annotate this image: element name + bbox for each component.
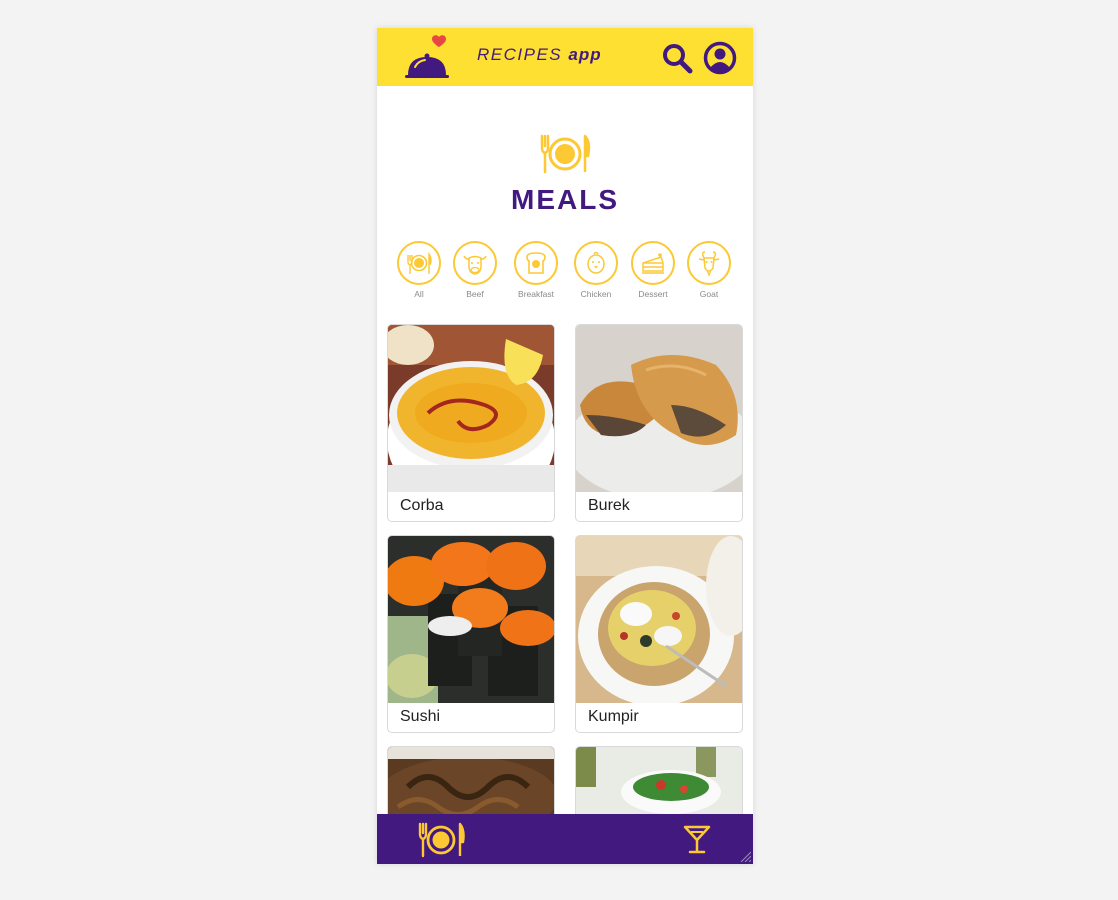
category-dessert[interactable]: Dessert (623, 240, 683, 304)
category-label: Dessert (638, 289, 668, 299)
category-chicken[interactable]: Chicken (566, 240, 626, 304)
app-screen: RECIPES app MEALS All Beef Breakfast Chi… (377, 28, 753, 864)
category-label: Breakfast (518, 289, 554, 299)
app-title-app: app (568, 45, 602, 64)
meal-image (388, 536, 554, 703)
meal-card[interactable]: Sushi (387, 535, 555, 733)
plate-cutlery-icon (540, 134, 591, 174)
category-all[interactable]: All (389, 240, 449, 304)
bottom-nav (377, 814, 753, 864)
meal-name: Corba (400, 497, 444, 514)
cloche-heart-icon (405, 35, 449, 78)
meal-image (576, 325, 742, 492)
category-label: Beef (466, 289, 484, 299)
profile-icon[interactable] (703, 41, 737, 75)
cake-icon (642, 253, 664, 274)
toast-icon (526, 252, 546, 274)
meal-name: Kumpir (588, 708, 639, 725)
meal-image (576, 536, 742, 703)
plate-icon (407, 251, 432, 274)
category-circle (514, 241, 558, 285)
category-label: Chicken (580, 289, 612, 299)
category-filter: All Beef Breakfast Chicken Dessert Goat (377, 240, 753, 304)
goat-icon (698, 251, 720, 277)
cocktail-icon[interactable] (683, 824, 711, 854)
resize-grip-icon[interactable] (739, 850, 751, 862)
app-title: RECIPES app (477, 45, 602, 65)
category-label: Goat (699, 289, 719, 299)
meal-card[interactable]: Kumpir (575, 535, 743, 733)
plate-cutlery-icon[interactable] (417, 822, 465, 858)
category-circle (687, 241, 731, 285)
meal-card[interactable]: Burek (575, 324, 743, 522)
meal-name: Sushi (400, 708, 441, 725)
category-circle (397, 241, 441, 285)
category-circle (453, 241, 497, 285)
cow-icon (463, 255, 487, 275)
category-breakfast[interactable]: Breakfast (506, 240, 566, 304)
category-circle (574, 241, 618, 285)
category-beef[interactable]: Beef (445, 240, 505, 304)
meal-image (388, 325, 554, 492)
category-circle (631, 241, 675, 285)
search-icon[interactable] (660, 41, 694, 75)
category-goat[interactable]: Goat (679, 240, 739, 304)
category-label: All (414, 289, 424, 299)
meal-card[interactable]: Corba (387, 324, 555, 522)
top-header: RECIPES app (377, 28, 753, 86)
chicken-icon (587, 251, 605, 274)
meal-name: Burek (588, 497, 630, 514)
page-title: MEALS (511, 184, 619, 215)
app-title-main: RECIPES (477, 45, 563, 64)
